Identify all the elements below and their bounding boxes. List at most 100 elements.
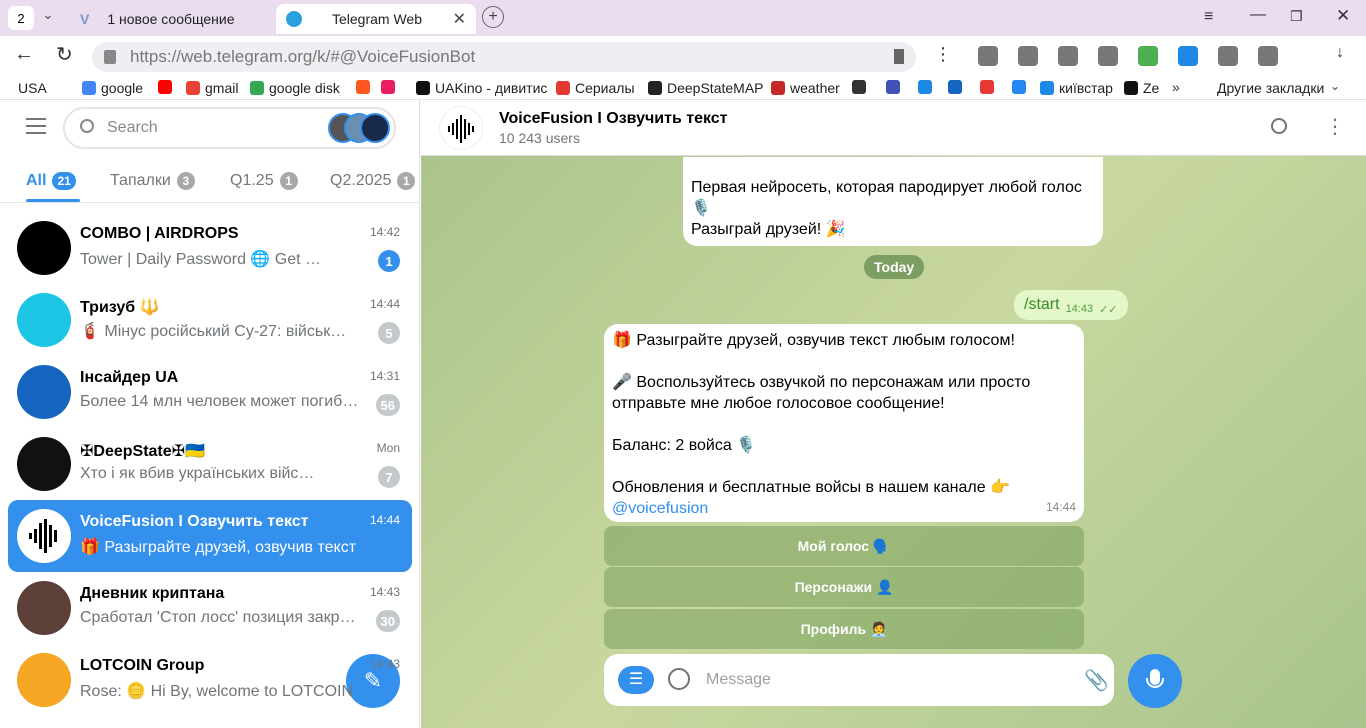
chat-title: Дневник криптана [80, 585, 225, 602]
message-input[interactable]: Message [706, 671, 771, 689]
bookmark-item[interactable]: google disk [250, 80, 340, 96]
bookmark-label: google disk [269, 80, 340, 96]
folder-tab[interactable]: Q1.25 1 [230, 172, 298, 190]
chat-time: Mon [376, 441, 400, 455]
folder-count-badge: 1 [397, 172, 416, 190]
close-window-icon[interactable]: ✕ [1336, 6, 1350, 26]
chat-last-message: Более 14 млн человек может погиб… [80, 393, 359, 410]
bot-menu-icon[interactable]: ☰ [618, 666, 654, 694]
more-bookmarks-icon[interactable]: » [1172, 79, 1180, 95]
chevron-down-icon[interactable]: ⌄ [42, 6, 54, 23]
bookmark-item[interactable]: DeepStateMAP [648, 80, 764, 96]
bookmark-item[interactable] [356, 80, 375, 94]
chat-list-item[interactable]: Тризуб 🔱 🧯 Мінус російський Су-27: військ… [8, 284, 412, 356]
bookmark-item[interactable]: Ze [1124, 80, 1159, 96]
bookmark-icon[interactable] [894, 49, 904, 64]
chat-list-item[interactable]: LOTCOIN Group Rose: 🪙 Hi By, welcome to L… [8, 644, 412, 716]
folder-label: Q2.2025 [330, 172, 392, 189]
other-bookmarks[interactable]: Другие закладки [1217, 80, 1324, 96]
microphone-icon[interactable] [1128, 654, 1182, 708]
bookmark-item[interactable] [852, 80, 871, 94]
downloads-icon[interactable]: ↓ [1336, 44, 1344, 62]
message-line: Разыграй друзей! 🎉 [691, 221, 846, 238]
folder-tab[interactable]: Тапалки 3 [110, 172, 195, 190]
channel-link[interactable]: @voicefusion [612, 498, 1076, 519]
keyboard-button-my-voice[interactable]: Мой голос 🗣️ [604, 526, 1084, 566]
chat-list-item[interactable]: COMBO | AIRDROPS Tower | Daily Password 🌐… [8, 212, 412, 284]
more-icon[interactable]: ⋮ [934, 44, 952, 65]
search-icon[interactable] [1271, 118, 1287, 134]
bookmark-item[interactable] [918, 80, 937, 94]
reload-icon[interactable]: ↻ [56, 42, 73, 67]
chat-list-item[interactable]: Дневник криптана Сработал 'Стоп лосс' поз… [8, 572, 412, 644]
bookmark-item[interactable]: gmail [186, 80, 238, 96]
tab-counter[interactable]: 2 [8, 6, 34, 30]
bookmark-item[interactable]: weather [771, 80, 840, 96]
attach-icon[interactable]: 📎 [1084, 668, 1109, 693]
back-icon[interactable]: ← [14, 43, 34, 66]
message-composer: ☰ Message 📎 [604, 654, 1114, 706]
keyboard-button-profile[interactable]: Профиль 🧑‍💼 [604, 609, 1084, 649]
bookmark-favicon-icon [158, 80, 172, 94]
ublock-extension-icon[interactable] [1018, 46, 1038, 66]
close-tab-icon[interactable]: ✕ [453, 9, 466, 29]
bookmark-item[interactable] [158, 80, 177, 94]
incoming-message: 🎁 Разыграйте друзей, озвучив текст любым… [604, 324, 1084, 522]
emoji-icon[interactable] [668, 668, 690, 690]
bookmark-favicon-icon [1012, 80, 1026, 94]
folder-tab[interactable]: Q2.2025 1 [330, 172, 416, 190]
chat-list-item[interactable]: VoiceFusion I Озвучить текст 🎁 Разыграйте… [8, 500, 412, 572]
minimize-icon[interactable]: — [1250, 6, 1266, 24]
bookmark-label: київстар [1059, 80, 1113, 96]
hamburger-menu-icon[interactable] [26, 118, 46, 134]
message-time: 14:43 [1065, 303, 1094, 315]
copy-extension-icon[interactable] [1258, 46, 1278, 66]
chat-avatar [17, 221, 71, 275]
bookmark-item[interactable]: google [82, 80, 143, 96]
chat-list-item[interactable]: ✠DeepState✠🇺🇦 Хто і як вбив українських в… [8, 428, 412, 500]
chat-time: 14:43 [369, 657, 400, 671]
translate-extension-icon[interactable] [1098, 46, 1118, 66]
globe-extension-icon[interactable] [978, 46, 998, 66]
more-icon[interactable]: ⋮ [1325, 114, 1345, 139]
message-line [612, 351, 1076, 372]
bookmark-item[interactable]: Сериалы [556, 80, 635, 96]
chat-last-message: Хто і як вбив українських війс… [80, 465, 315, 482]
message-line: Обновления и бесплатные войсы в нашем ка… [612, 479, 1010, 496]
url-field[interactable]: https://web.telegram.org/k/#@VoiceFusion… [92, 42, 916, 72]
unread-badge: 1 [378, 250, 400, 272]
tab-1[interactable]: V 1 новое сообщение [80, 4, 235, 34]
chevron-down-icon[interactable]: ⌄ [1330, 79, 1340, 93]
chat-title: LOTCOIN Group [80, 657, 205, 674]
bookmark-label: gmail [205, 80, 239, 96]
bookmark-item[interactable]: USA [18, 80, 47, 96]
suitcase-extension-icon[interactable] [1058, 46, 1078, 66]
bookmark-item[interactable]: UAKino - дивитис [416, 80, 547, 96]
tab-2-active[interactable]: Telegram Web ✕ [276, 4, 476, 34]
restore-icon[interactable]: ❐ [1290, 8, 1303, 25]
bot-avatar[interactable] [439, 106, 483, 150]
folder-label: Q1.25 [230, 172, 274, 189]
bookmark-item[interactable]: київстар [1040, 80, 1113, 96]
download-extension-icon[interactable] [1138, 46, 1158, 66]
bracket-extension-icon[interactable] [1218, 46, 1238, 66]
url-path: /k/#@VoiceFusionBot [312, 47, 476, 66]
shield-extension-icon[interactable] [1178, 46, 1198, 66]
chat-title: COMBO | AIRDROPS [80, 225, 239, 242]
new-tab-button[interactable]: + [482, 6, 504, 28]
bookmark-item[interactable] [886, 80, 905, 94]
keyboard-button-characters[interactable]: Персонажи 👤 [604, 567, 1084, 607]
chat-header[interactable]: VoiceFusion I Озвучить текст 10 243 user… [421, 100, 1366, 156]
chat-list-item[interactable]: Інсайдер UA Более 14 млн человек может по… [8, 356, 412, 428]
bookmark-item[interactable] [948, 80, 967, 94]
bookmark-item[interactable] [980, 80, 999, 94]
folder-count-badge: 21 [52, 172, 76, 190]
chat-title: VoiceFusion I Озвучить текст [80, 513, 309, 530]
stories-avatars[interactable] [328, 113, 390, 143]
tab-2-title: Telegram Web [332, 11, 423, 27]
folder-tab[interactable]: All 21 [26, 172, 76, 190]
chat-last-message: Tower | Daily Password 🌐 Get … [80, 251, 322, 268]
bookmark-item[interactable] [381, 80, 400, 94]
bookmark-item[interactable] [1012, 80, 1031, 94]
menu-icon[interactable]: ≡ [1204, 8, 1213, 26]
